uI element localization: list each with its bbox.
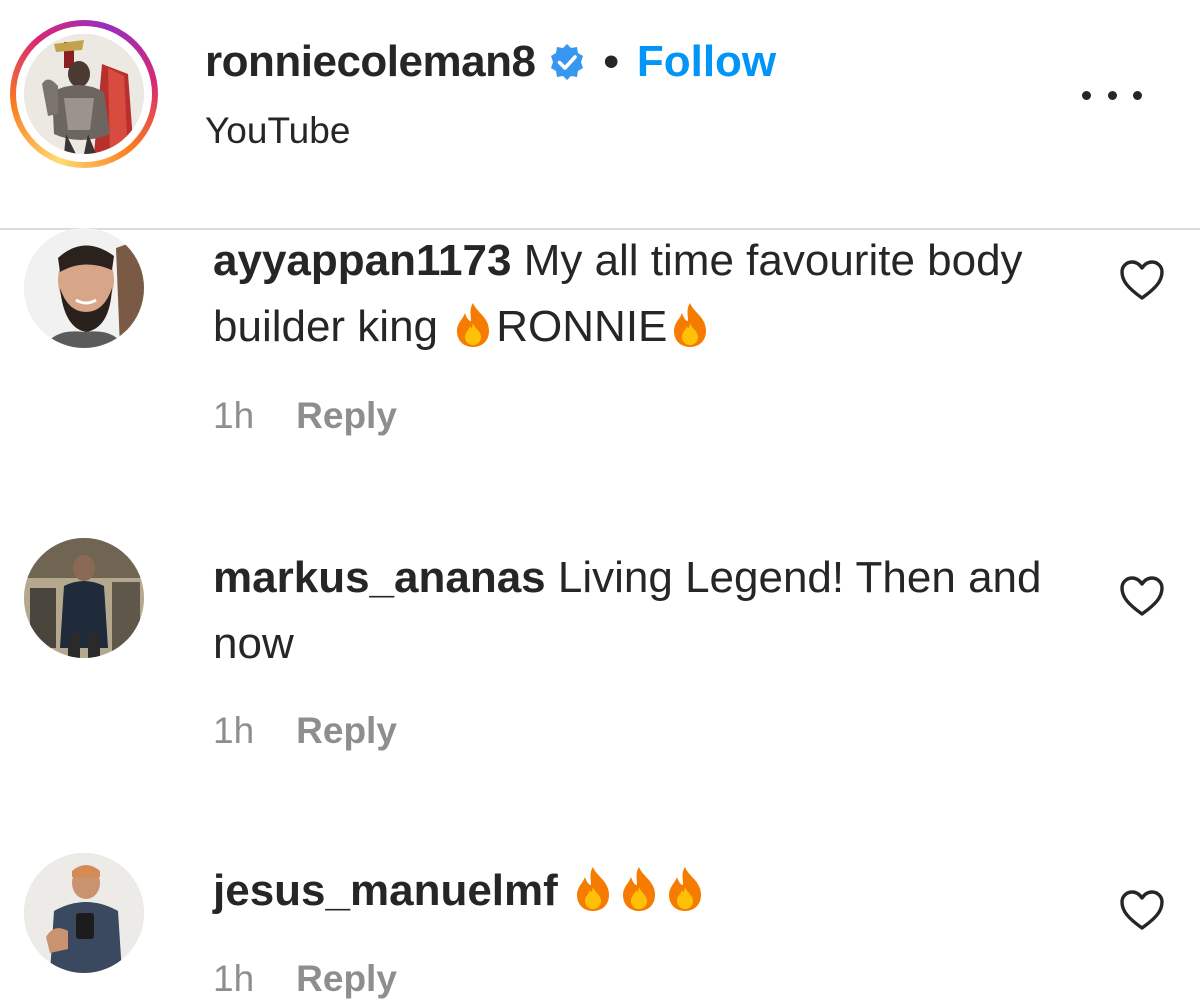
fire-emoji-icon	[669, 867, 702, 911]
more-dot	[1082, 90, 1091, 100]
fire-emoji-icon	[623, 867, 656, 911]
comment-text: ayyappan1173 My all time favourite body …	[213, 228, 1073, 360]
comment-message-part: RONNIE	[496, 302, 668, 351]
commenter-photo-image	[24, 228, 144, 348]
owner-line: ronniecoleman8 • Follow	[205, 34, 776, 90]
owner-subtitle[interactable]: YouTube	[205, 110, 350, 152]
comment-time: 1h	[213, 958, 255, 999]
comment-time: 1h	[213, 395, 255, 436]
comment-username[interactable]: ayyappan1173	[213, 236, 511, 285]
heart-icon[interactable]	[1118, 888, 1166, 932]
comment-meta: 1h Reply	[213, 395, 397, 437]
post-header: ronniecoleman8 • Follow YouTube	[0, 0, 1200, 228]
commenter-photo-image	[24, 538, 144, 658]
follow-button[interactable]: Follow	[637, 37, 776, 87]
commenter-avatar[interactable]	[24, 853, 144, 973]
commenter-avatar[interactable]	[24, 538, 144, 658]
profile-avatar[interactable]	[24, 34, 144, 154]
comment-username[interactable]: markus_ananas	[213, 553, 546, 602]
comment-text: markus_ananas Living Legend! Then and no…	[213, 545, 1073, 677]
fire-emoji-icon	[674, 303, 707, 347]
separator-dot: •	[603, 37, 619, 86]
commenter-avatar[interactable]	[24, 228, 144, 348]
heart-icon[interactable]	[1118, 258, 1166, 302]
owner-username[interactable]: ronniecoleman8	[205, 37, 536, 87]
commenter-photo-image	[24, 853, 144, 973]
reply-button[interactable]: Reply	[296, 395, 397, 436]
fire-emoji-icon	[577, 867, 610, 911]
reply-button[interactable]: Reply	[296, 958, 397, 999]
more-dot	[1133, 90, 1142, 100]
fire-emoji-icon	[457, 303, 490, 347]
comment-time: 1h	[213, 710, 255, 751]
comment-message	[570, 866, 708, 915]
profile-avatar-story-ring[interactable]	[10, 20, 158, 168]
comment-text: jesus_manuelmf	[213, 858, 1073, 924]
profile-photo-image	[24, 34, 144, 154]
heart-icon[interactable]	[1118, 574, 1166, 618]
reply-button[interactable]: Reply	[296, 710, 397, 751]
comment-username[interactable]: jesus_manuelmf	[213, 866, 558, 915]
comment-meta: 1h Reply	[213, 710, 397, 752]
verified-badge-icon	[551, 44, 584, 80]
more-options-icon[interactable]	[1082, 80, 1142, 110]
more-dot	[1107, 90, 1117, 100]
comment-meta: 1h Reply	[213, 958, 397, 1000]
